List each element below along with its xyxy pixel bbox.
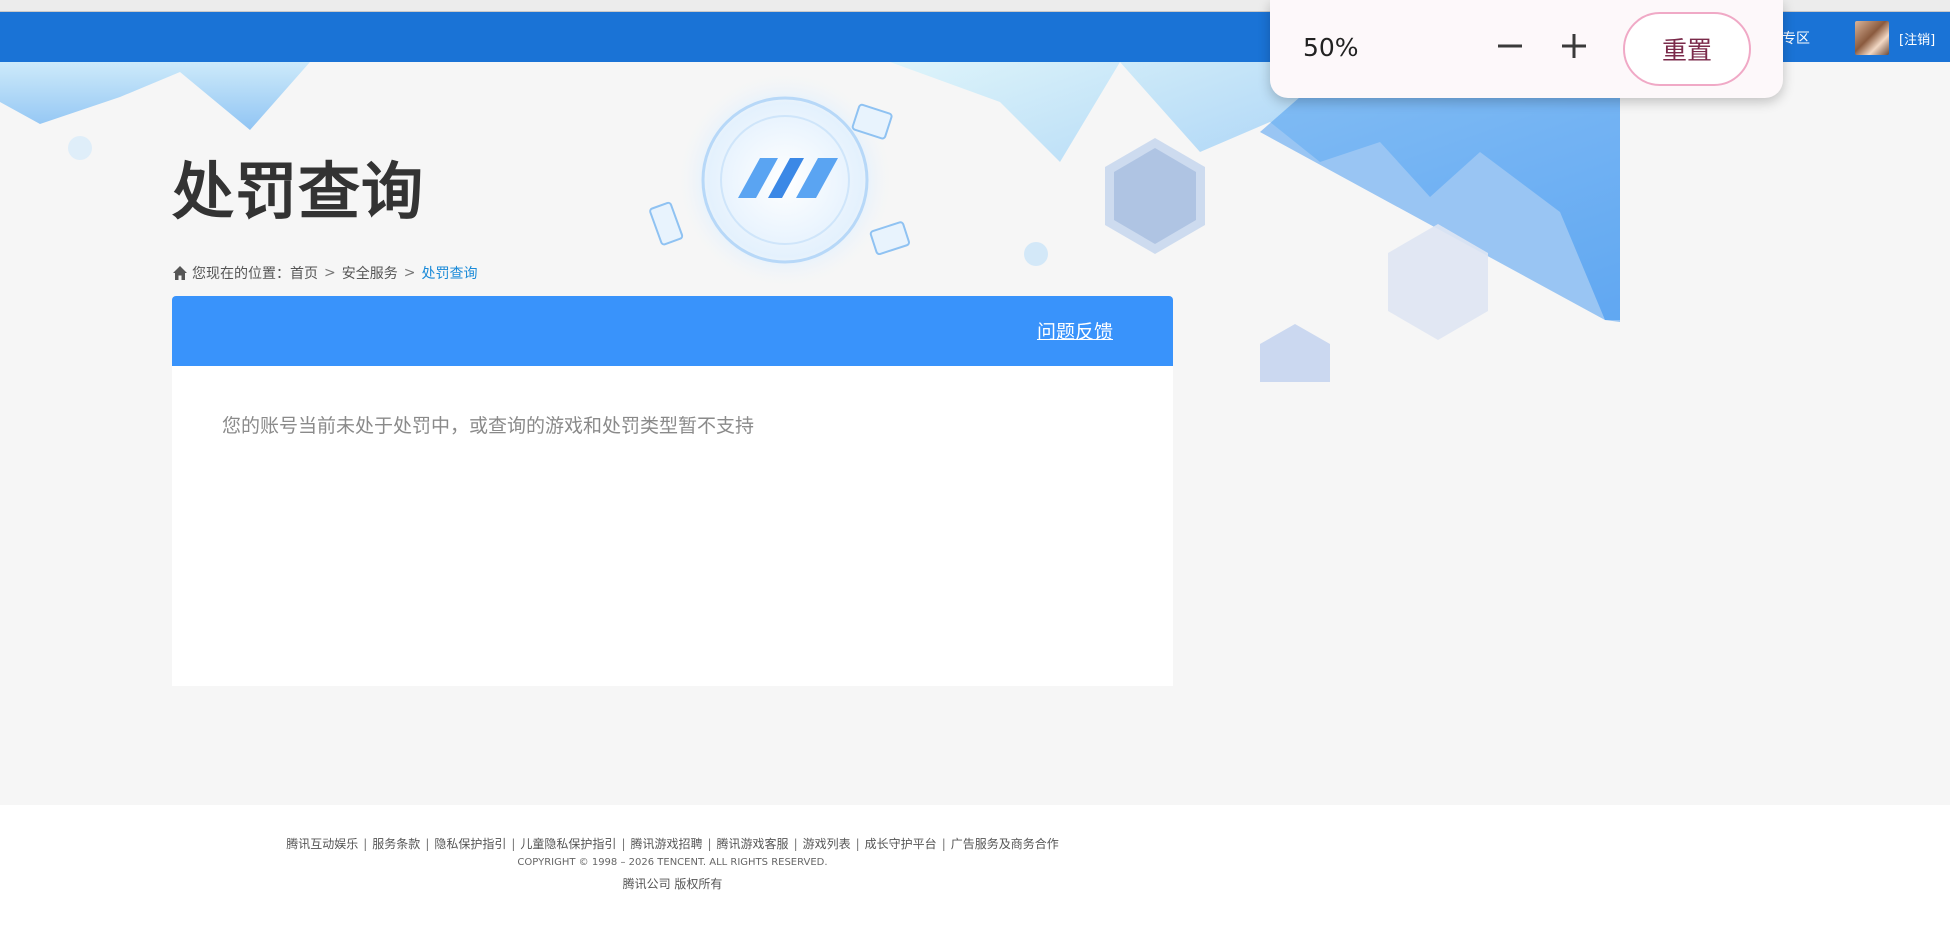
result-message: 您的账号当前未处于处罚中，或查询的游戏和处罚类型暂不支持: [222, 415, 755, 437]
zoom-out-button[interactable]: [1488, 26, 1532, 70]
footer-link-guardian[interactable]: 成长守护平台: [865, 837, 937, 851]
panel-header: 问题反馈: [172, 296, 1173, 366]
footer-link-careers[interactable]: 腾讯游戏招聘: [630, 837, 702, 851]
zoom-in-button[interactable]: [1552, 26, 1596, 70]
footer-link-child-privacy[interactable]: 儿童隐私保护指引: [520, 837, 616, 851]
footer-link-tencent-games[interactable]: 腾讯互动娱乐: [286, 837, 358, 851]
zoom-reset-button[interactable]: 重置: [1623, 12, 1751, 86]
footer-link-support[interactable]: 腾讯游戏客服: [717, 837, 789, 851]
footer-link-terms[interactable]: 服务条款: [372, 837, 420, 851]
panel-body: 您的账号当前未处于处罚中，或查询的游戏和处罚类型暂不支持: [172, 366, 1173, 483]
feedback-link[interactable]: 问题反馈: [1037, 317, 1113, 344]
footer-link-privacy[interactable]: 隐私保护指引: [434, 837, 506, 851]
result-panel: 问题反馈 您的账号当前未处于处罚中，或查询的游戏和处罚类型暂不支持: [172, 296, 1173, 686]
breadcrumb: 您现在的位置： 首页 > 安全服务 > 处罚查询: [172, 263, 477, 283]
zoom-level: 50%: [1303, 33, 1359, 62]
logout-link[interactable]: [注销]: [1899, 29, 1935, 48]
footer-link-ads[interactable]: 广告服务及商务合作: [951, 837, 1059, 851]
plus-icon: [1561, 33, 1587, 63]
footer-link-game-list[interactable]: 游戏列表: [803, 837, 851, 851]
breadcrumb-security-link[interactable]: 安全服务: [342, 263, 398, 283]
home-icon: [172, 265, 188, 281]
page-title: 处罚查询: [172, 155, 425, 228]
footer-links: 腾讯互动娱乐 | 服务条款 | 隐私保护指引 | 儿童隐私保护指引 | 腾讯游戏招聘 | 腾讯游戏客…: [286, 837, 1059, 851]
user-avatar[interactable]: [1855, 21, 1889, 55]
minus-icon: [1497, 33, 1523, 63]
breadcrumb-current: 处罚查询: [421, 266, 478, 282]
browser-zoom-popup: 50% 重置: [1270, 0, 1783, 98]
breadcrumb-prefix: 您现在的位置：: [192, 266, 290, 282]
footer-copyright: COPYRIGHT © 1998 – 2026 TENCENT. ALL RIG…: [517, 857, 828, 868]
breadcrumb-separator: >: [324, 265, 336, 281]
breadcrumb-separator: >: [403, 265, 416, 281]
page-footer: 腾讯互动娱乐 | 服务条款 | 隐私保护指引 | 儿童隐私保护指引 | 腾讯游戏招聘 | 腾讯游戏客…: [0, 805, 1950, 936]
footer-owner: 腾讯公司 版权所有: [622, 877, 723, 891]
breadcrumb-home-link[interactable]: 首页: [290, 263, 318, 283]
